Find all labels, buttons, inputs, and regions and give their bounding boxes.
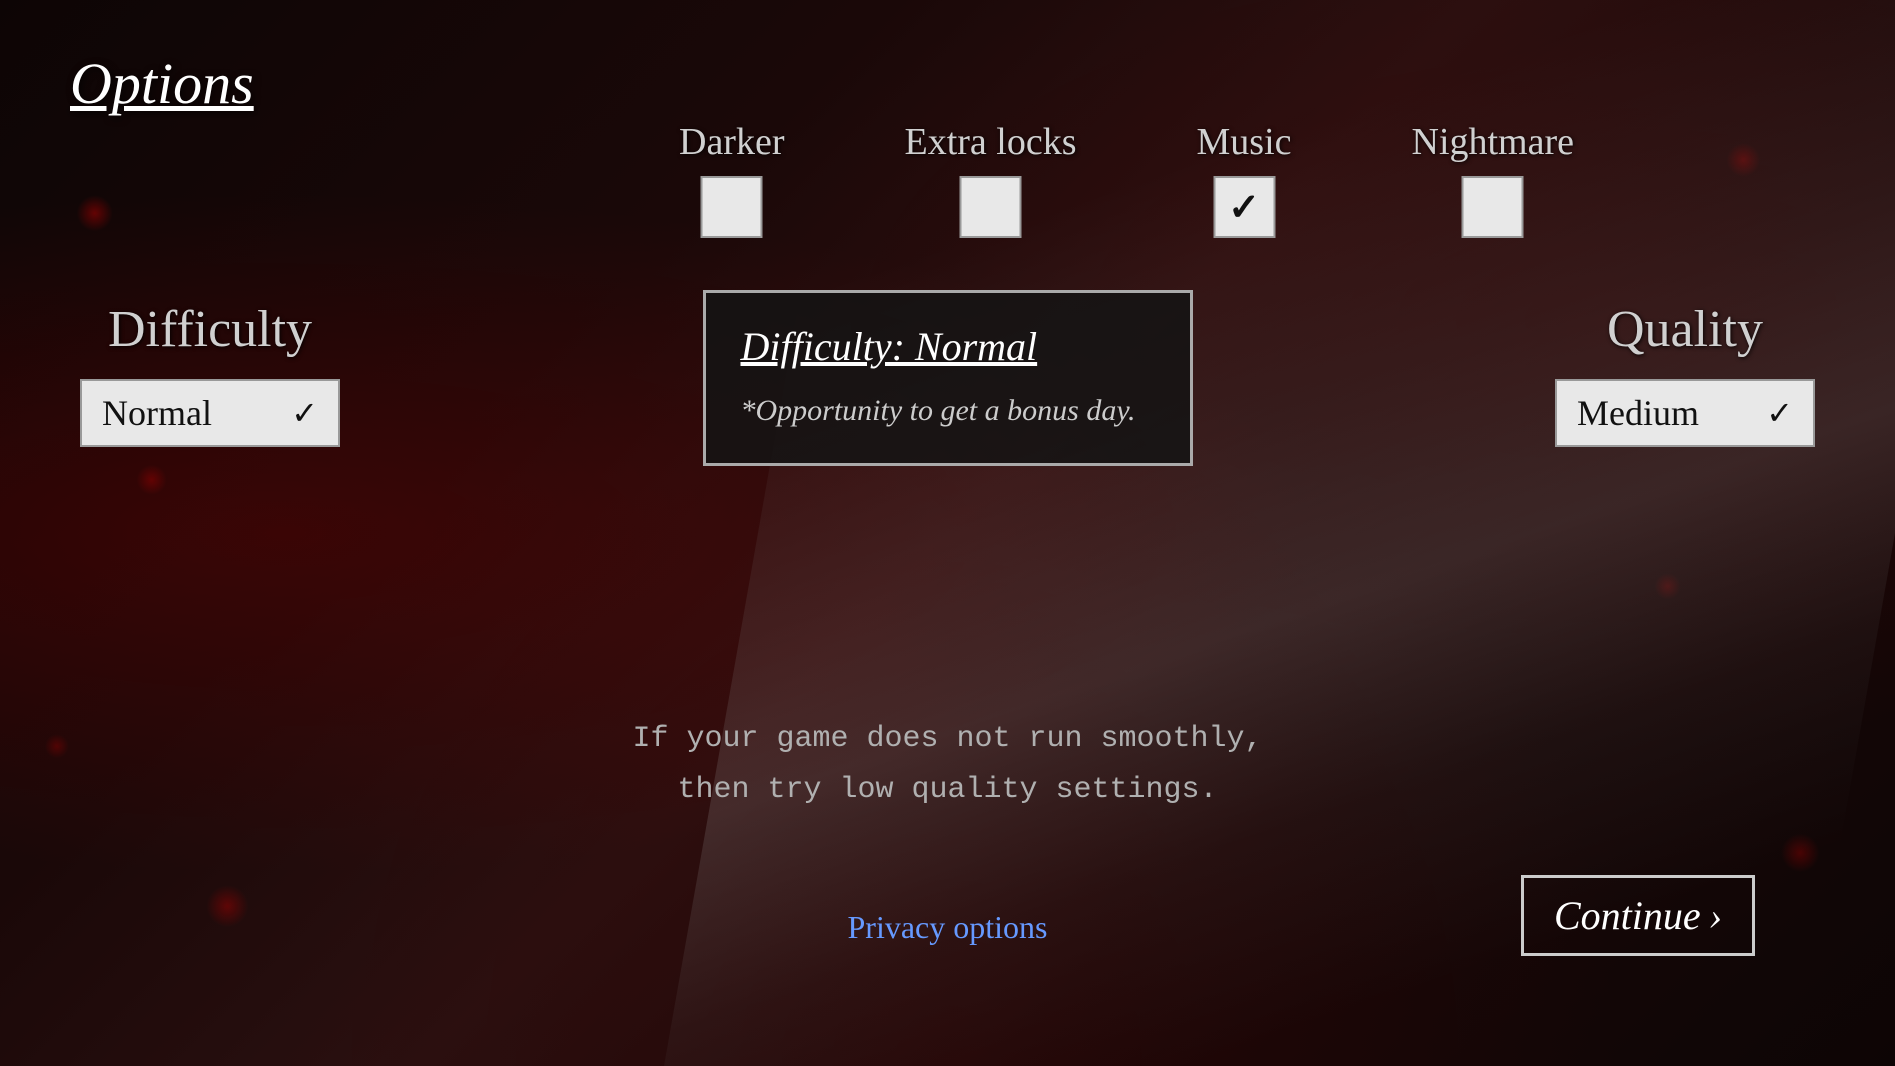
quality-arrow: ✓ xyxy=(1766,394,1793,432)
info-box-title: Difficulty: Normal xyxy=(741,323,1155,370)
checkbox-item-darker: Darker xyxy=(679,120,784,238)
quality-title: Quality xyxy=(1607,300,1763,359)
nightmare-checkbox[interactable] xyxy=(1462,176,1524,238)
privacy-options-link[interactable]: Privacy options xyxy=(848,909,1048,946)
difficulty-dropdown[interactable]: Normal ✓ xyxy=(80,379,340,447)
darker-label: Darker xyxy=(679,120,784,164)
continue-arrow-icon: › xyxy=(1709,892,1722,939)
checkboxes-row: Darker Extra locks Music Nightmare xyxy=(679,120,1574,238)
quality-value: Medium xyxy=(1577,392,1699,434)
continue-button-text: Continue xyxy=(1554,892,1701,939)
nightmare-label: Nightmare xyxy=(1411,120,1574,164)
middle-section: Difficulty Normal ✓ Difficulty: Normal *… xyxy=(0,290,1895,466)
music-checkbox[interactable] xyxy=(1213,176,1275,238)
page-title: Options xyxy=(70,50,254,117)
hint-line-1: If your game does not run smoothly, xyxy=(632,714,1262,765)
difficulty-title: Difficulty xyxy=(108,300,312,359)
hint-text: If your game does not run smoothly, then… xyxy=(632,714,1262,816)
extra-locks-label: Extra locks xyxy=(904,120,1076,164)
checkbox-item-music: Music xyxy=(1196,120,1291,238)
difficulty-section: Difficulty Normal ✓ xyxy=(80,300,340,447)
quality-dropdown[interactable]: Medium ✓ xyxy=(1555,379,1815,447)
difficulty-value: Normal xyxy=(102,392,212,434)
darker-checkbox[interactable] xyxy=(701,176,763,238)
quality-section: Quality Medium ✓ xyxy=(1555,300,1815,447)
difficulty-arrow: ✓ xyxy=(291,394,318,432)
checkbox-item-extra-locks: Extra locks xyxy=(904,120,1076,238)
hint-line-2: then try low quality settings. xyxy=(632,765,1262,816)
music-label: Music xyxy=(1196,120,1291,164)
checkbox-item-nightmare: Nightmare xyxy=(1411,120,1574,238)
extra-locks-checkbox[interactable] xyxy=(959,176,1021,238)
info-box-description: *Opportunity to get a bonus day. xyxy=(741,394,1136,427)
continue-button[interactable]: Continue › xyxy=(1521,875,1755,956)
info-box: Difficulty: Normal *Opportunity to get a… xyxy=(703,290,1193,466)
